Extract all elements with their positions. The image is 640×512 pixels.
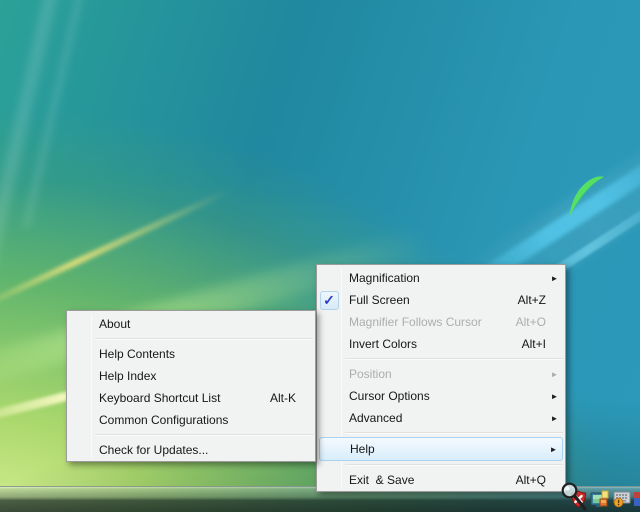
menu-item-help-contents[interactable]: Help Contents bbox=[67, 343, 315, 365]
wallpaper-light-ray bbox=[23, 0, 88, 227]
menu-separator bbox=[345, 464, 563, 466]
wallpaper-yellow-line bbox=[0, 189, 228, 313]
menu-item-full-screen[interactable]: ✓ Full Screen Alt+Z bbox=[317, 289, 565, 311]
menu-item-advanced[interactable]: Advanced ► bbox=[317, 407, 565, 429]
magnifier-cursor-icon bbox=[560, 481, 588, 511]
menu-separator bbox=[345, 358, 563, 360]
submenu-arrow-icon: ► bbox=[547, 392, 562, 401]
menu-item-check-for-updates[interactable]: Check for Updates... bbox=[67, 439, 315, 461]
menu-item-help[interactable]: Help ► bbox=[319, 437, 563, 461]
menu-item-label: Advanced bbox=[341, 411, 547, 425]
submenu-arrow-icon: ► bbox=[547, 370, 562, 379]
magnifier-context-menu: Magnification ► ✓ Full Screen Alt+Z Magn… bbox=[316, 264, 566, 492]
menu-item-shortcut: Alt+O bbox=[516, 315, 547, 329]
menu-item-label: Exit & Save bbox=[341, 473, 516, 487]
menu-item-shortcut: Alt-K bbox=[270, 391, 297, 405]
checkmark-icon: ✓ bbox=[320, 291, 339, 310]
menu-item-shortcut: Alt+Q bbox=[516, 473, 547, 487]
menu-item-label: Invert Colors bbox=[341, 337, 522, 351]
menu-separator bbox=[95, 338, 313, 340]
menu-item-exit-and-save[interactable]: Exit & Save Alt+Q bbox=[317, 469, 565, 491]
menu-item-common-configurations[interactable]: Common Configurations bbox=[67, 409, 315, 431]
menu-item-label: Cursor Options bbox=[341, 389, 547, 403]
screen: About Help Contents Help Index Keyboard … bbox=[0, 0, 640, 512]
menu-item-label: Position bbox=[341, 367, 547, 381]
submenu-arrow-icon: ► bbox=[547, 274, 562, 283]
menu-item-shortcut: Alt+Z bbox=[518, 293, 547, 307]
submenu-arrow-icon: ► bbox=[546, 445, 561, 454]
menu-item-label: Keyboard Shortcut List bbox=[91, 391, 270, 405]
menu-item-label: Full Screen bbox=[341, 293, 518, 307]
menu-item-about[interactable]: About bbox=[67, 313, 315, 335]
menu-item-gutter: ✓ bbox=[317, 291, 341, 310]
menu-item-label: About bbox=[91, 317, 312, 331]
menu-item-shortcut: Alt+I bbox=[522, 337, 547, 351]
wallpaper-light-ray bbox=[0, 0, 62, 268]
help-submenu: About Help Contents Help Index Keyboard … bbox=[66, 310, 316, 462]
menu-item-invert-colors[interactable]: Invert Colors Alt+I bbox=[317, 333, 565, 355]
menu-item-label: Magnification bbox=[341, 271, 547, 285]
submenu-arrow-icon: ► bbox=[547, 414, 562, 423]
menu-item-help-index[interactable]: Help Index bbox=[67, 365, 315, 387]
menu-item-magnifier-follows-cursor[interactable]: Magnifier Follows Cursor Alt+O bbox=[317, 311, 565, 333]
menu-item-label: Magnifier Follows Cursor bbox=[341, 315, 516, 329]
menu-separator bbox=[95, 434, 313, 436]
aurora-swoosh bbox=[540, 158, 640, 248]
keyboard-input-icon[interactable] bbox=[613, 490, 631, 508]
menu-item-label: Check for Updates... bbox=[91, 443, 312, 457]
menu-item-label: Help Index bbox=[91, 369, 312, 383]
menu-item-label: Common Configurations bbox=[91, 413, 312, 427]
menu-separator bbox=[345, 432, 563, 434]
display-magnifier-icon[interactable] bbox=[590, 490, 610, 509]
menu-item-magnification[interactable]: Magnification ► bbox=[317, 267, 565, 289]
menu-item-label: Help bbox=[342, 442, 546, 456]
menu-item-cursor-options[interactable]: Cursor Options ► bbox=[317, 385, 565, 407]
menu-item-keyboard-shortcut-list[interactable]: Keyboard Shortcut List Alt-K bbox=[67, 387, 315, 409]
menu-item-position[interactable]: Position ► bbox=[317, 363, 565, 385]
menu-item-label: Help Contents bbox=[91, 347, 312, 361]
clipped-tray-icon[interactable] bbox=[634, 490, 640, 508]
